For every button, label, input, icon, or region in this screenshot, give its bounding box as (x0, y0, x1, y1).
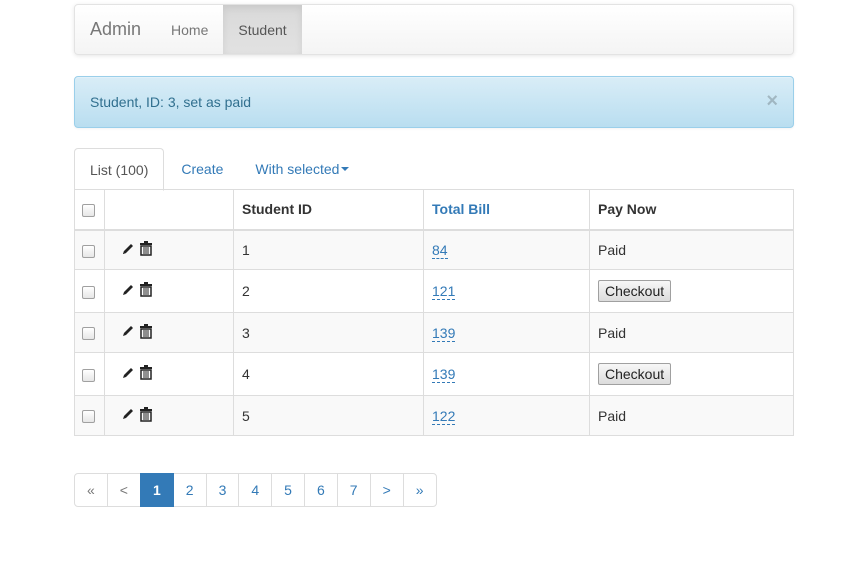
close-icon[interactable]: × (766, 91, 778, 111)
student-table: Student ID Total Bill Pay Now 1 84 Paid … (74, 189, 794, 436)
info-alert: Student, ID: 3, set as paid × (74, 76, 794, 128)
trash-icon[interactable] (139, 323, 153, 339)
pager-page-6[interactable]: 6 (303, 473, 338, 507)
select-all-checkbox[interactable] (82, 204, 95, 218)
cell-pay-status: Paid (589, 229, 794, 270)
pager-page-7[interactable]: 7 (336, 473, 371, 507)
caret-down-icon (341, 167, 350, 171)
pencil-icon[interactable] (121, 283, 135, 297)
cell-pay-status: Paid (589, 312, 794, 353)
tab-bar: List (100) Create With selected (74, 148, 794, 191)
nav-item-home[interactable]: Home (156, 5, 223, 54)
header-total-bill[interactable]: Total Bill (423, 189, 590, 231)
table-header-row: Student ID Total Bill Pay Now (74, 189, 794, 231)
cell-total-bill[interactable]: 121 (432, 283, 456, 300)
cell-student-id: 5 (233, 395, 424, 436)
checkout-button[interactable]: Checkout (598, 363, 672, 385)
pager-page-2[interactable]: 2 (172, 473, 207, 507)
cell-total-bill[interactable]: 139 (432, 324, 456, 342)
trash-icon[interactable] (139, 241, 153, 256)
pencil-icon[interactable] (121, 407, 135, 421)
pencil-icon[interactable] (121, 324, 135, 338)
cell-student-id: 2 (233, 269, 424, 313)
header-pay-now: Pay Now (589, 189, 794, 231)
tab-create[interactable]: Create (166, 148, 238, 190)
navbar: Admin Home Student (74, 4, 794, 55)
pager-first[interactable]: « (74, 473, 108, 507)
tab-list[interactable]: List (100) (74, 148, 165, 191)
pager-page-4[interactable]: 4 (238, 473, 273, 507)
pager-last[interactable]: » (402, 473, 437, 507)
cell-total-bill[interactable]: 139 (432, 366, 456, 383)
pager-next[interactable]: > (369, 473, 404, 507)
pager-prev[interactable]: < (106, 473, 141, 507)
cell-total-bill[interactable]: 84 (432, 241, 448, 259)
table-row: 5 122 Paid (74, 395, 794, 436)
alert-message: Student, ID: 3, set as paid (90, 94, 252, 110)
table-row: 1 84 Paid (74, 229, 794, 270)
header-student-id: Student ID (233, 189, 424, 231)
navbar-brand[interactable]: Admin (75, 5, 156, 54)
table-row: 3 139 Paid (74, 312, 794, 353)
pagination: « < 1 2 3 4 5 6 7 > » (74, 473, 437, 507)
trash-icon[interactable] (139, 406, 153, 422)
cell-pay-status: Paid (589, 395, 794, 436)
nav-item-student[interactable]: Student (223, 5, 302, 54)
row-checkbox[interactable] (82, 368, 95, 382)
pager-page-5[interactable]: 5 (271, 473, 305, 507)
header-select-all (74, 189, 105, 231)
table-row: 4 139 Checkout (74, 352, 794, 396)
row-checkbox[interactable] (82, 285, 95, 299)
pager-page-1[interactable]: 1 (139, 473, 174, 507)
cell-total-bill[interactable]: 122 (432, 407, 456, 425)
checkout-button[interactable]: Checkout (598, 280, 672, 302)
table-row: 2 121 Checkout (74, 269, 794, 313)
row-checkbox[interactable] (82, 244, 95, 258)
trash-icon[interactable] (139, 365, 153, 380)
tab-with-selected-label: With selected (255, 161, 340, 177)
cell-student-id: 4 (233, 352, 424, 396)
pencil-icon[interactable] (121, 242, 135, 256)
tab-with-selected[interactable]: With selected (240, 148, 364, 190)
trash-icon[interactable] (139, 282, 153, 297)
pager-page-3[interactable]: 3 (205, 473, 240, 507)
row-checkbox[interactable] (82, 410, 95, 424)
header-actions (104, 189, 234, 231)
pencil-icon[interactable] (121, 366, 135, 380)
row-checkbox[interactable] (82, 327, 95, 341)
cell-student-id: 1 (233, 229, 424, 270)
cell-student-id: 3 (233, 312, 424, 353)
